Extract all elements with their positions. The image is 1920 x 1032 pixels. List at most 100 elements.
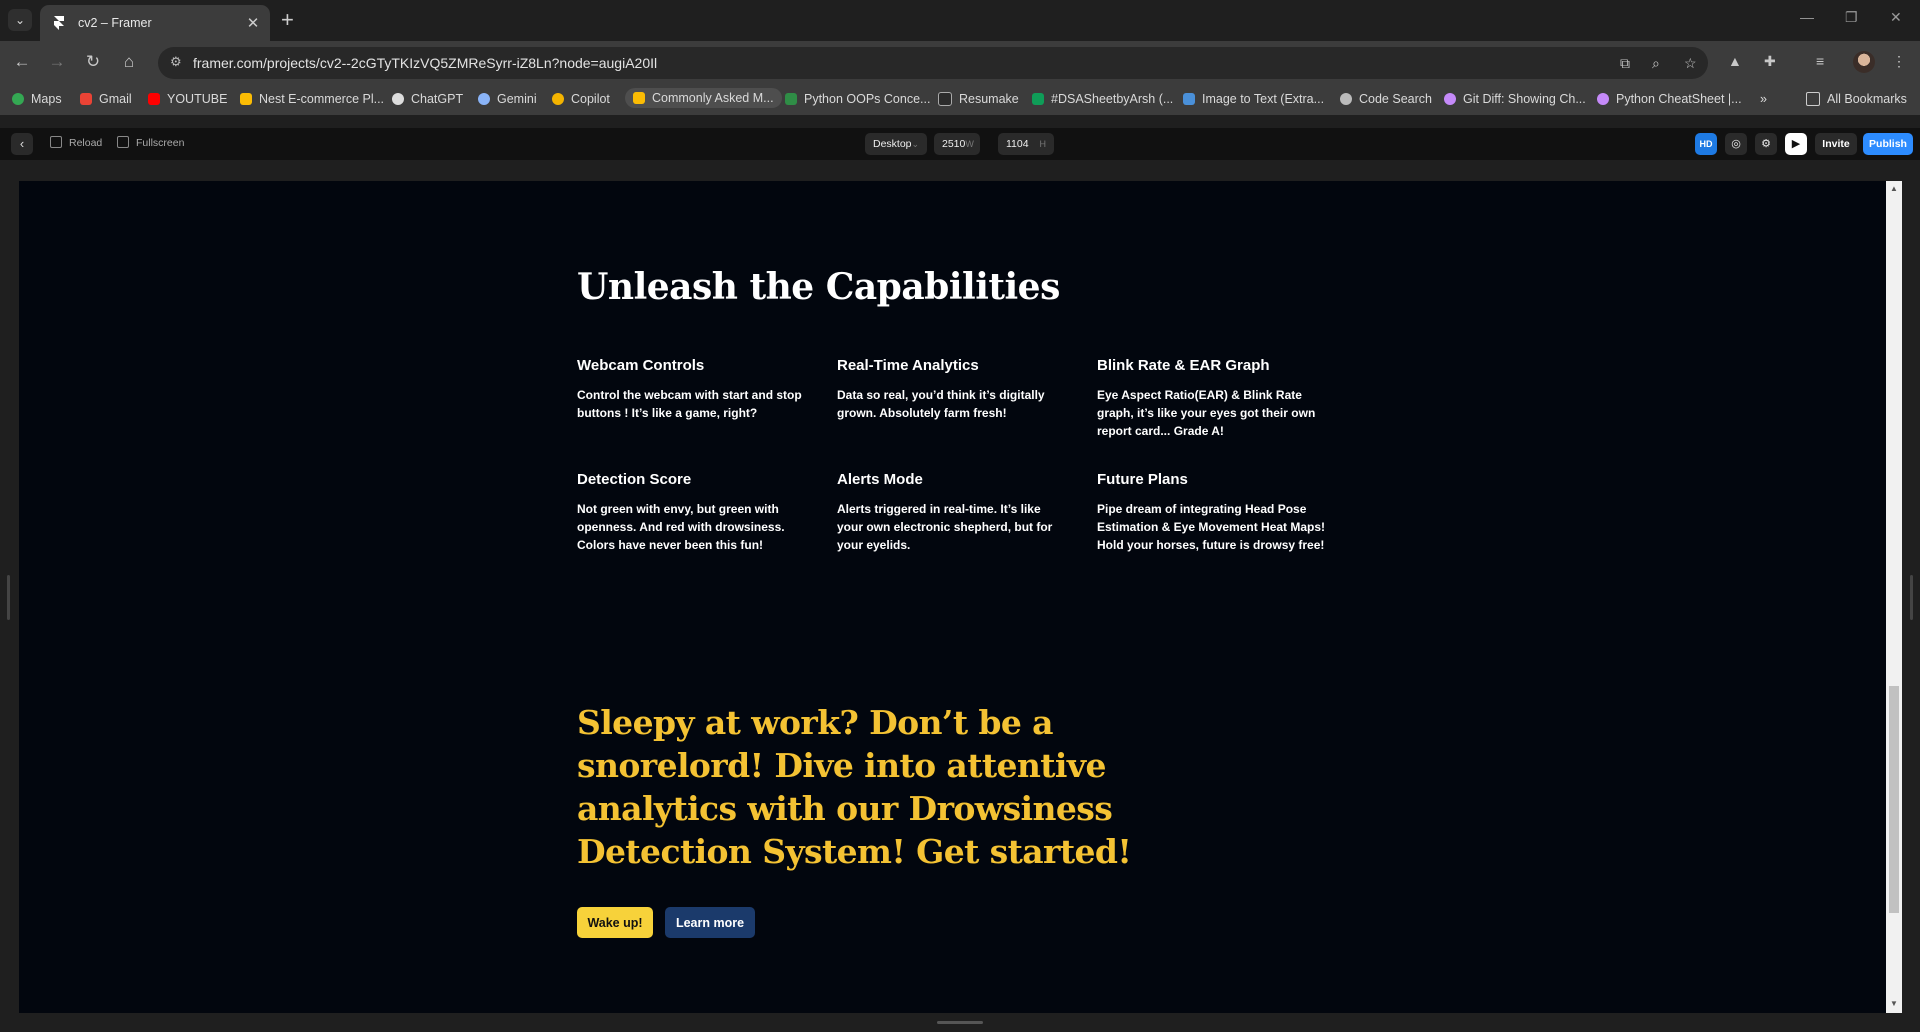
publish-button[interactable]: Publish bbox=[1863, 133, 1913, 155]
feature-description: Pipe dream of integrating Head Pose Esti… bbox=[1097, 502, 1326, 552]
fullscreen-icon bbox=[117, 136, 129, 148]
feature-description: Data so real, you’d think it’s digitally… bbox=[837, 388, 1045, 420]
device-select[interactable]: Desktop ⌄ bbox=[865, 133, 927, 155]
hd-toggle[interactable]: HD bbox=[1695, 133, 1717, 155]
close-window-icon[interactable]: ✕ bbox=[1890, 9, 1902, 26]
framer-preview-toolbar: ‹ Reload Fullscreen Desktop ⌄ 2510 W 1104 H… bbox=[0, 128, 1920, 160]
back-icon[interactable]: ← bbox=[10, 51, 34, 73]
chevron-left-icon: ‹ bbox=[19, 136, 25, 151]
folder-icon bbox=[1806, 92, 1820, 106]
chevron-down-icon: ⌄ bbox=[911, 138, 920, 149]
feature-title: Future Plans bbox=[1097, 471, 1188, 488]
bookmark-item[interactable]: Git Diff: Showing Ch... bbox=[1444, 92, 1586, 106]
more-bookmarks-icon[interactable]: » bbox=[1760, 92, 1767, 106]
gfg-icon bbox=[785, 93, 797, 105]
wake-up-button[interactable]: Wake up! bbox=[577, 907, 653, 938]
bookmark-item[interactable]: Maps bbox=[12, 92, 62, 106]
bookmark-item[interactable]: Resumake bbox=[938, 92, 1019, 106]
address-bar[interactable]: ⚙ framer.com/projects/cv2--2cGTyTKIzVQ5Z… bbox=[158, 47, 1708, 79]
bookmark-item[interactable]: Commonly Asked M... bbox=[625, 88, 782, 108]
zoom-icon[interactable]: ⌕ bbox=[1652, 55, 1660, 72]
bookmark-item[interactable]: Gmail bbox=[80, 92, 132, 106]
url-text[interactable]: framer.com/projects/cv2--2cGTyTKIzVQ5ZMR… bbox=[193, 55, 657, 71]
bookmark-item[interactable]: #DSASheetbyArsh (... bbox=[1032, 92, 1173, 106]
scrollbar[interactable]: ▲ ▼ bbox=[1886, 181, 1902, 1013]
height-input[interactable]: 1104 H bbox=[998, 133, 1054, 155]
back-button[interactable]: ‹ bbox=[11, 133, 33, 155]
globe-icon[interactable]: ◎ bbox=[1725, 133, 1747, 155]
bookmark-item[interactable]: Python CheatSheet |... bbox=[1597, 92, 1742, 106]
minimize-icon[interactable]: — bbox=[1800, 9, 1814, 25]
feature-title: Webcam Controls bbox=[577, 357, 705, 374]
scroll-down-icon[interactable]: ▼ bbox=[1890, 999, 1898, 1008]
feature-card: Blink Rate & EAR Graph Eye Aspect Ratio(… bbox=[1097, 357, 1327, 440]
bookmark-item[interactable]: Python OOPs Conce... bbox=[785, 92, 930, 106]
feature-card: Detection Score Not green with envy, but… bbox=[577, 471, 807, 554]
git-diff-icon bbox=[1444, 93, 1456, 105]
new-tab-icon[interactable]: + bbox=[281, 8, 294, 32]
sheets-icon bbox=[1032, 93, 1044, 105]
bookmark-item[interactable]: Copilot bbox=[552, 92, 610, 106]
chatgpt-icon bbox=[392, 93, 404, 105]
feature-title: Blink Rate & EAR Graph bbox=[1097, 357, 1270, 374]
feature-card: Alerts Mode Alerts triggered in real-tim… bbox=[837, 471, 1067, 554]
install-icon[interactable]: ⧉ bbox=[1620, 55, 1630, 72]
menu-icon[interactable]: ⋮ bbox=[1892, 53, 1906, 70]
reload-button[interactable]: Reload bbox=[69, 137, 102, 149]
bookmark-item[interactable]: Nest E-commerce Pl... bbox=[240, 92, 384, 106]
chevron-down-icon: ⌄ bbox=[14, 13, 26, 27]
resize-handle-bottom[interactable] bbox=[937, 1021, 983, 1024]
drive-icon bbox=[633, 92, 645, 104]
feature-title: Alerts Mode bbox=[837, 471, 923, 488]
gmail-icon bbox=[80, 93, 92, 105]
play-icon[interactable]: ▶ bbox=[1785, 133, 1807, 155]
learn-more-button[interactable]: Learn more bbox=[665, 907, 755, 938]
bookmark-item[interactable]: Gemini bbox=[478, 92, 537, 106]
home-icon[interactable]: ⌂ bbox=[117, 51, 141, 73]
cta-headline: Sleepy at work? Don’t be a snorelord! Di… bbox=[577, 703, 1132, 871]
media-icon[interactable]: ≡ bbox=[1816, 53, 1824, 69]
profile-avatar[interactable] bbox=[1853, 51, 1875, 73]
fullscreen-button[interactable]: Fullscreen bbox=[136, 137, 184, 149]
close-tab-icon[interactable]: ✕ bbox=[242, 14, 264, 32]
bookmarks-bar: Maps Gmail YOUTUBE Nest E-commerce Pl...… bbox=[0, 85, 1920, 115]
feature-description: Eye Aspect Ratio(EAR) & Blink Rate graph… bbox=[1097, 388, 1316, 438]
extension-icon[interactable]: ▲ bbox=[1728, 53, 1742, 69]
feature-description: Alerts triggered in real-time. It’s like… bbox=[837, 502, 1053, 552]
copilot-icon bbox=[552, 93, 564, 105]
feature-title: Detection Score bbox=[577, 471, 692, 488]
bookmark-star-icon[interactable]: ☆ bbox=[1684, 55, 1697, 72]
bookmark-item[interactable]: Image to Text (Extra... bbox=[1183, 92, 1324, 106]
drive-icon bbox=[240, 93, 252, 105]
framer-logo-icon bbox=[54, 16, 64, 30]
reload-icon[interactable]: ↻ bbox=[81, 51, 105, 73]
image-to-text-icon bbox=[1183, 93, 1195, 105]
feature-card: Webcam Controls Control the webcam with … bbox=[577, 357, 807, 422]
code-search-icon bbox=[1340, 93, 1352, 105]
preview-canvas: Unleash the Capabilities Webcam Controls… bbox=[19, 181, 1886, 1013]
resize-handle-left[interactable] bbox=[7, 575, 10, 620]
tab-search-button[interactable]: ⌄ bbox=[8, 9, 32, 31]
bookmark-item[interactable]: YOUTUBE bbox=[148, 92, 227, 106]
scroll-up-icon[interactable]: ▲ bbox=[1890, 184, 1898, 193]
scrollbar-thumb[interactable] bbox=[1889, 686, 1899, 913]
bookmark-item[interactable]: Code Search bbox=[1340, 92, 1432, 106]
browser-tab[interactable]: cv2 – Framer ✕ bbox=[40, 5, 270, 41]
width-input[interactable]: 2510 W bbox=[934, 133, 980, 155]
feature-description: Control the webcam with start and stop b… bbox=[577, 388, 802, 420]
tab-title: cv2 – Framer bbox=[78, 16, 152, 30]
settings-gear-icon[interactable]: ⚙ bbox=[1755, 133, 1777, 155]
bookmark-item[interactable]: ChatGPT bbox=[392, 92, 463, 106]
all-bookmarks[interactable]: All Bookmarks bbox=[1806, 92, 1907, 106]
resize-handle-right[interactable] bbox=[1910, 575, 1913, 620]
extensions-puzzle-icon[interactable]: ✚ bbox=[1764, 53, 1776, 70]
youtube-icon bbox=[148, 93, 160, 105]
invite-button[interactable]: Invite bbox=[1815, 133, 1857, 155]
forward-icon[interactable]: → bbox=[45, 51, 69, 73]
feature-card: Future Plans Pipe dream of integrating H… bbox=[1097, 471, 1327, 554]
site-info-icon[interactable]: ⚙ bbox=[170, 54, 182, 70]
tab-strip: ⌄ cv2 – Framer ✕ + — ❐ ✕ bbox=[0, 0, 1920, 41]
restore-icon[interactable]: ❐ bbox=[1845, 9, 1858, 26]
gemini-icon bbox=[478, 93, 490, 105]
feature-title: Real-Time Analytics bbox=[837, 357, 979, 374]
